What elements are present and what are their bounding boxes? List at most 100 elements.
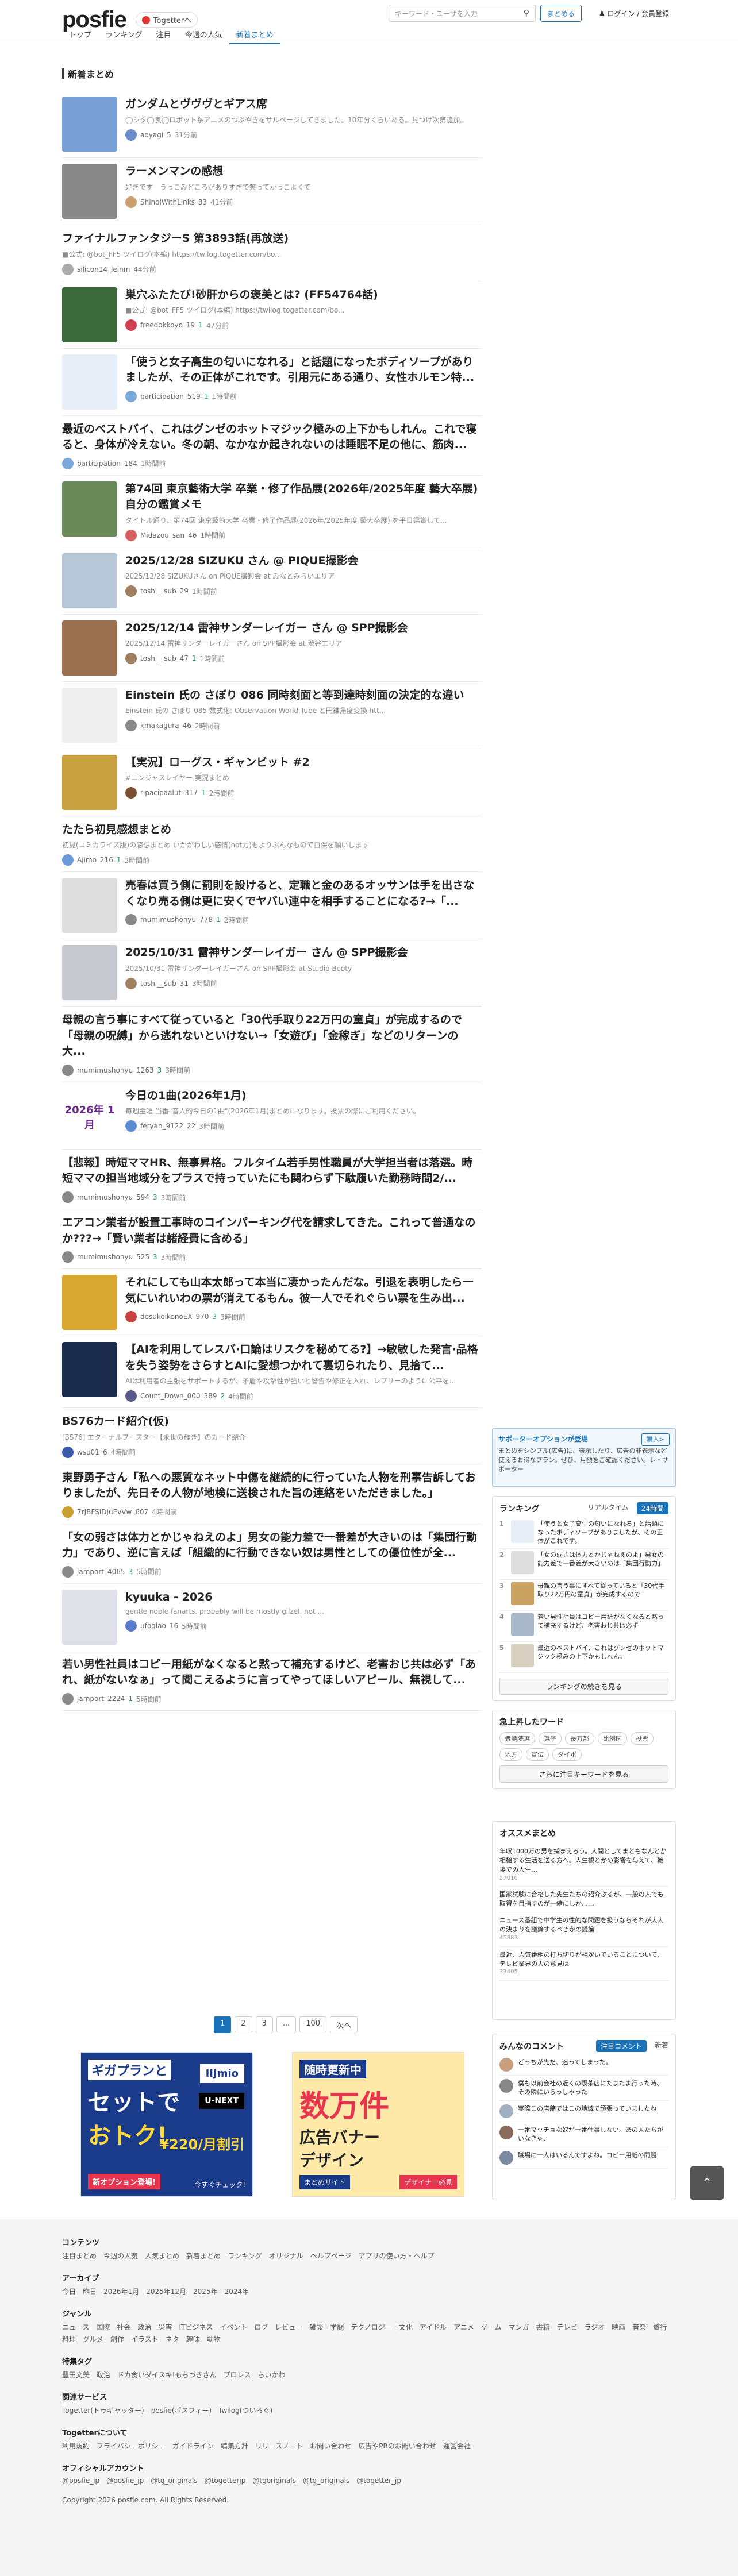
footer-link[interactable]: @posfie_jp bbox=[106, 2477, 144, 2485]
footer-link[interactable]: 人気まとめ bbox=[145, 2251, 179, 2261]
footer-link[interactable]: @tg_originals bbox=[151, 2477, 197, 2485]
ranking-item[interactable]: 3 母親の言う事にすべて従っていると「30代手取り22万円の童貞」が完成するので bbox=[499, 1580, 668, 1611]
keyword-chip[interactable]: 投票 bbox=[631, 1732, 654, 1745]
author-name[interactable]: ShinoiWithLinks bbox=[140, 198, 195, 206]
footer-link[interactable]: イラスト bbox=[131, 2334, 159, 2344]
footer-link[interactable]: 昨日 bbox=[83, 2286, 97, 2296]
author-name[interactable]: aoyagi bbox=[140, 131, 163, 139]
author-name[interactable]: mumimushonyu bbox=[77, 1066, 133, 1074]
avatar[interactable] bbox=[62, 263, 74, 275]
avatar[interactable] bbox=[125, 129, 137, 141]
list-item[interactable]: たたら初見感想まとめ 初見(コミカライズ版)の感想まとめ いかがわしい感情(hot… bbox=[62, 816, 482, 873]
recommend-item[interactable]: ニュース番組で中学生の性的な問題を扱うならそれが大人の決まりを議論するべきかの議… bbox=[499, 1912, 668, 1947]
author-name[interactable]: Midazou_san bbox=[140, 531, 184, 539]
footer-link[interactable]: 書籍 bbox=[536, 2322, 550, 2332]
footer-link[interactable]: 旅行 bbox=[653, 2322, 667, 2332]
avatar[interactable] bbox=[125, 1390, 137, 1402]
list-item[interactable]: 売春は買う側に罰則を設けると、定職と金のあるオッサンは手を出さなくなり売る側は更… bbox=[62, 872, 482, 940]
footer-link[interactable]: ニュース bbox=[62, 2322, 89, 2332]
list-item[interactable]: 2025/10/31 雷神サンダーレイガー さん @ SPP撮影会 2025/10… bbox=[62, 939, 482, 1007]
footer-link[interactable]: ITビジネス bbox=[179, 2322, 213, 2332]
list-item[interactable]: 最近のベストバイ、これはグンゼのホットマジック極みの上下かもしれん。これで寝ると… bbox=[62, 416, 482, 476]
footer-link[interactable]: 編集方針 bbox=[221, 2441, 248, 2451]
thumbnail[interactable] bbox=[62, 1275, 117, 1331]
thumbnail[interactable] bbox=[62, 553, 117, 608]
list-item[interactable]: 「女の弱さは体力とかじゃねえのよ」男女の能力差で一番差が大きいのは「集団行動力」… bbox=[62, 1524, 482, 1584]
item-title[interactable]: 若い男性社員はコピー用紙がなくなると黙って補充するけど、老害おじ共は必ず「あれ、… bbox=[62, 1657, 482, 1688]
comment-item[interactable]: どっちが先だ、迷ってしまった。 bbox=[499, 2054, 668, 2076]
avatar[interactable] bbox=[125, 914, 137, 926]
ranking-title[interactable]: 最近のベストバイ、これはグンゼのホットマジック極みの上下かもしれん。 bbox=[537, 1644, 668, 1661]
keyword-chip[interactable]: 宣伝 bbox=[526, 1748, 549, 1761]
footer-link[interactable]: @togetter_jp bbox=[356, 2477, 401, 2485]
thumbnail[interactable] bbox=[62, 481, 117, 537]
sponsor-buy-button[interactable]: 購入> bbox=[641, 1433, 670, 1446]
list-item[interactable]: 2026年 1月 今日の1曲(2026年1月) 毎週金曜 当番"音人的今日の1曲"(… bbox=[62, 1082, 482, 1150]
thumbnail[interactable] bbox=[62, 354, 117, 410]
item-title[interactable]: kyuuka - 2026 bbox=[125, 1590, 482, 1606]
recommend-item[interactable]: 国家試験に合格した先生たちの紹介ぶるが、一般の人でも取得を目指すのが一緒にしか…… bbox=[499, 1887, 668, 1913]
author-name[interactable]: toshi__sub bbox=[140, 654, 176, 662]
footer-link[interactable]: テクノロジー bbox=[351, 2322, 391, 2332]
thumbnail[interactable] bbox=[62, 754, 117, 810]
item-title[interactable]: 2025/12/14 雷神サンダーレイガー さん @ SPP撮影会 bbox=[125, 620, 482, 637]
author-name[interactable]: dosukoikonoEX bbox=[140, 1313, 193, 1321]
footer-link[interactable]: 2025年 bbox=[193, 2286, 218, 2296]
item-title[interactable]: 最近のベストバイ、これはグンゼのホットマジック極みの上下かもしれん。これで寝ると… bbox=[62, 422, 482, 453]
recommend-item[interactable]: 最近、人気番組の打ち切りが相次いでいることについて、テレビ業界の人の意見は 334… bbox=[499, 1947, 668, 1981]
keyword-chip[interactable]: 比例区 bbox=[598, 1732, 627, 1745]
item-title[interactable]: 「使うと女子高生の匂いになれる」と話題になったボディソープがありましたが、その正… bbox=[125, 354, 482, 386]
list-item[interactable]: エアコン業者が設置工事時のコインパーキング代を請求してきた。これって普通なのか?… bbox=[62, 1209, 482, 1270]
page-link[interactable]: 3 bbox=[255, 2016, 273, 2033]
footer-link[interactable]: Togetter(トゥギャッター) bbox=[62, 2405, 144, 2415]
author-name[interactable]: kmakagura bbox=[140, 722, 179, 730]
footer-link[interactable]: プロレス bbox=[223, 2370, 251, 2380]
thumbnail[interactable]: 2026年 1月 bbox=[62, 1088, 117, 1143]
keyword-chip[interactable]: 地方 bbox=[499, 1748, 522, 1761]
comment-item[interactable]: 一番マッチョな奴が一番仕事しない。あの人たちがいなきゃ、 bbox=[499, 2122, 668, 2147]
footer-link[interactable]: ラジオ bbox=[585, 2322, 605, 2332]
list-item[interactable]: 2025/12/14 雷神サンダーレイガー さん @ SPP撮影会 2025/12… bbox=[62, 615, 482, 682]
ranking-item[interactable]: 4 若い男性社員はコピー用紙がなくなると黙って補充するけど、老害おじ共は必ず bbox=[499, 1611, 668, 1642]
footer-link[interactable]: 今週の人気 bbox=[103, 2251, 138, 2261]
author-name[interactable]: toshi__sub bbox=[140, 587, 176, 595]
nav-item[interactable]: トップ bbox=[62, 25, 98, 44]
avatar[interactable] bbox=[62, 1446, 74, 1458]
nav-item[interactable]: 新着まとめ bbox=[229, 25, 280, 44]
ranking-title[interactable]: 母親の言う事にすべて従っていると「30代手取り22万円の童貞」が完成するので bbox=[537, 1582, 668, 1599]
keywords-more-button[interactable]: さらに注目キーワードを見る bbox=[499, 1765, 668, 1783]
footer-link[interactable]: 運営会社 bbox=[443, 2441, 471, 2451]
ranking-item[interactable]: 1 「使うと女子高生の匂いになれる」と話題になったボディソープがありましたが、その… bbox=[499, 1518, 668, 1549]
footer-link[interactable]: @tg_originals bbox=[303, 2477, 349, 2485]
footer-link[interactable]: ランキング bbox=[228, 2251, 262, 2261]
avatar[interactable] bbox=[125, 653, 137, 665]
ranking-title[interactable]: 「使うと女子高生の匂いになれる」と話題になったボディソープがありましたが、その正… bbox=[537, 1520, 668, 1546]
list-item[interactable]: 2025/12/28 SIZUKU さん @ PIQUE撮影会 2025/12/2… bbox=[62, 547, 482, 615]
author-name[interactable]: freedokkoyo bbox=[140, 321, 183, 329]
footer-link[interactable]: お問い合わせ bbox=[310, 2441, 351, 2451]
avatar[interactable] bbox=[125, 390, 137, 402]
footer-link[interactable]: アニメ bbox=[453, 2322, 474, 2332]
tab-24h[interactable]: 24時間 bbox=[636, 1502, 668, 1514]
list-item[interactable]: ガンダムとヴヴヴとギアス席 ◯シタ◯良◯ロボット系アニメのつぶやきをサルベージして… bbox=[62, 91, 482, 158]
keyword-chip[interactable]: 選挙 bbox=[539, 1732, 562, 1745]
page-link[interactable]: ... bbox=[276, 2016, 297, 2033]
item-title[interactable]: エアコン業者が設置工事時のコインパーキング代を請求してきた。これって普通なのか?… bbox=[62, 1215, 482, 1247]
thumbnail[interactable] bbox=[62, 1589, 117, 1645]
avatar[interactable] bbox=[125, 787, 137, 799]
page-link[interactable]: 次へ bbox=[330, 2016, 358, 2033]
footer-link[interactable]: 今日 bbox=[62, 2286, 76, 2296]
supporter-option-banner[interactable]: サポーターオプションが登場 購入> まとめをシンプル(広告)に、表示したり、広告… bbox=[492, 1428, 676, 1487]
avatar[interactable] bbox=[62, 457, 74, 469]
avatar[interactable] bbox=[125, 319, 137, 331]
item-title[interactable]: 【悲報】時短ママHR、無事昇格。フルタイム若手男性職員が大学担当者は落選。時短マ… bbox=[62, 1155, 482, 1187]
nav-item[interactable]: 注目 bbox=[149, 25, 178, 44]
thumbnail[interactable] bbox=[62, 687, 117, 743]
summarize-button[interactable]: まとめる bbox=[540, 5, 582, 22]
ad-banner-iijmio[interactable]: ギガプランと セットで おトク! IIJmio U-NEXT ¥220/月割引 … bbox=[80, 2052, 253, 2197]
keyword-chip[interactable]: 衆議院選 bbox=[499, 1732, 535, 1745]
footer-link[interactable]: アイドル bbox=[420, 2322, 447, 2332]
footer-link[interactable]: 新着まとめ bbox=[186, 2251, 221, 2261]
avatar[interactable] bbox=[62, 1506, 74, 1518]
footer-link[interactable]: 政治 bbox=[137, 2322, 151, 2332]
